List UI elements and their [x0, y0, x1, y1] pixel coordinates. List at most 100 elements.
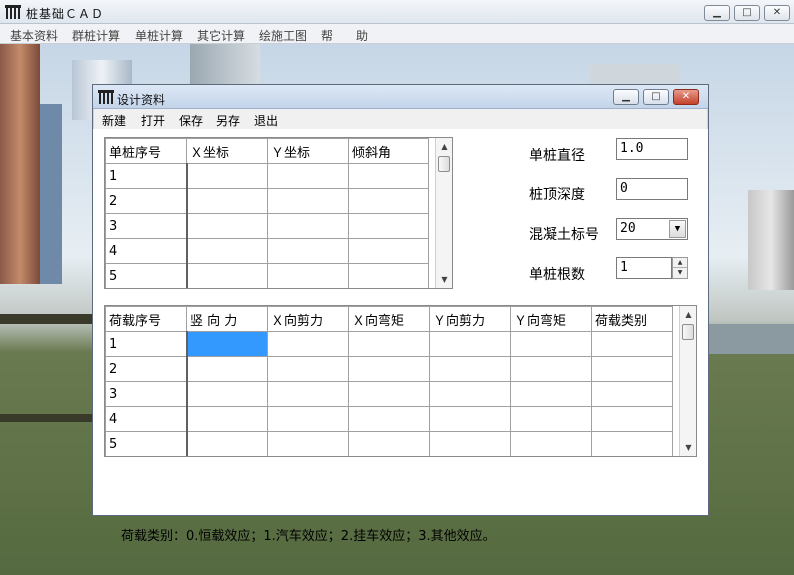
menu-exit[interactable]: 退出 — [254, 112, 278, 129]
grid-cell[interactable] — [591, 331, 673, 357]
pile-row-number: 2 — [105, 188, 188, 214]
grid-cell[interactable] — [591, 356, 673, 382]
diameter-input[interactable]: 1.0 — [616, 138, 688, 160]
dialog-maximize-button[interactable]: □ — [643, 89, 669, 105]
grid-cell[interactable] — [348, 356, 430, 382]
grid-cell[interactable] — [348, 188, 429, 214]
dropdown-arrow-icon[interactable]: ▼ — [669, 220, 686, 238]
menu-open[interactable]: 打开 — [141, 112, 165, 129]
scroll-up-icon[interactable]: ▲ — [436, 138, 452, 155]
count-stepper[interactable]: ▲ ▼ — [672, 257, 688, 279]
grid-cell[interactable] — [510, 406, 592, 432]
grid-cell[interactable] — [267, 356, 349, 382]
grid-cell[interactable] — [348, 213, 429, 239]
grid-cell[interactable] — [429, 381, 511, 407]
menu-basic-data[interactable]: 基本资料 — [10, 27, 58, 44]
grid-cell[interactable] — [510, 381, 592, 407]
app-icon — [5, 5, 21, 19]
menu-other[interactable]: 其它计算 — [197, 27, 245, 44]
menu-single-pile[interactable]: 单桩计算 — [135, 27, 183, 44]
grid-cell[interactable] — [591, 406, 673, 432]
stepper-down-icon[interactable]: ▼ — [673, 268, 687, 278]
menu-group-pile[interactable]: 群桩计算 — [72, 27, 120, 44]
grid-cell[interactable] — [267, 188, 349, 214]
grid-cell-selected[interactable] — [186, 331, 268, 357]
grid-cell[interactable] — [510, 356, 592, 382]
track-left — [0, 314, 92, 324]
grid-cell[interactable] — [186, 188, 268, 214]
grid-cell[interactable] — [186, 163, 268, 189]
table-row: 2 — [105, 188, 429, 214]
grid-cell[interactable] — [186, 213, 268, 239]
grid-cell[interactable] — [348, 381, 430, 407]
grid-cell[interactable] — [267, 238, 349, 264]
grid-cell[interactable] — [267, 331, 349, 357]
menu-help-1[interactable]: 帮 — [321, 27, 333, 44]
grid-cell[interactable] — [186, 263, 268, 288]
scroll-thumb[interactable] — [682, 324, 694, 340]
grid-cell[interactable] — [429, 331, 511, 357]
grid-cell[interactable] — [429, 431, 511, 456]
scroll-down-icon[interactable]: ▼ — [436, 271, 452, 288]
concrete-value: 20 — [620, 221, 636, 236]
grid-cell[interactable] — [267, 213, 349, 239]
grid-cell[interactable] — [186, 238, 268, 264]
depth-input[interactable]: 0 — [616, 178, 688, 200]
scroll-up-icon[interactable]: ▲ — [680, 306, 696, 323]
count-input[interactable]: 1 — [616, 257, 672, 279]
main-close-button[interactable]: ✕ — [764, 5, 790, 21]
table-row: 4 — [105, 238, 429, 264]
grid-cell[interactable] — [267, 263, 349, 288]
grid-cell[interactable] — [186, 356, 268, 382]
dialog-close-button[interactable]: ✕ — [673, 89, 699, 105]
grid-cell[interactable] — [348, 431, 430, 456]
grid-cell[interactable] — [186, 431, 268, 456]
grid-cell[interactable] — [429, 356, 511, 382]
menu-new[interactable]: 新建 — [102, 112, 126, 129]
main-minimize-button[interactable]: ▁ — [704, 5, 730, 21]
grid-cell[interactable] — [510, 331, 592, 357]
grid-cell[interactable] — [348, 263, 429, 288]
dialog-minimize-button[interactable]: ▁ — [613, 89, 639, 105]
load-grid-scrollbar[interactable]: ▲ ▼ — [679, 306, 696, 456]
load-type-note: 荷载类别：0.恒载效应；1.汽车效应；2.挂车效应；3.其他效应。 — [121, 529, 496, 544]
pile-header-x: Ｘ坐标 — [186, 138, 268, 164]
grid-cell[interactable] — [591, 431, 673, 456]
main-maximize-button[interactable]: □ — [734, 5, 760, 21]
grid-cell[interactable] — [267, 431, 349, 456]
grid-cell[interactable] — [186, 381, 268, 407]
load-grid[interactable]: 荷载序号 竖 向 力 Ｘ向剪力 Ｘ向弯矩 Ｙ向剪力 Ｙ向弯矩 荷载类别 1 2 — [104, 305, 697, 457]
grid-cell[interactable] — [348, 163, 429, 189]
grid-cell[interactable] — [186, 406, 268, 432]
app-icon — [98, 90, 114, 104]
table-row: 3 — [105, 213, 429, 239]
stepper-up-icon[interactable]: ▲ — [673, 258, 687, 268]
table-row: 2 — [105, 356, 673, 382]
close-icon: ✕ — [772, 7, 782, 18]
grid-cell[interactable] — [267, 406, 349, 432]
menu-save[interactable]: 保存 — [179, 112, 203, 129]
load-header-x-moment: Ｘ向弯矩 — [348, 306, 430, 332]
grid-cell[interactable] — [591, 381, 673, 407]
pile-row-number: 3 — [105, 213, 188, 239]
scroll-thumb[interactable] — [438, 156, 450, 172]
count-label: 单桩根数 — [529, 267, 585, 283]
grid-cell[interactable] — [348, 406, 430, 432]
menu-drawing[interactable]: 绘施工图 — [259, 27, 307, 44]
grid-cell[interactable] — [429, 406, 511, 432]
concrete-select[interactable]: 20 ▼ — [616, 218, 688, 240]
load-header-type: 荷载类别 — [591, 306, 673, 332]
pile-grid-scrollbar[interactable]: ▲ ▼ — [435, 138, 452, 288]
menu-save-as[interactable]: 另存 — [216, 112, 240, 129]
grid-cell[interactable] — [267, 163, 349, 189]
diameter-label: 单桩直径 — [529, 148, 585, 164]
grid-cell[interactable] — [267, 381, 349, 407]
table-row: 5 — [105, 431, 673, 456]
pile-header-angle: 倾斜角 — [348, 138, 429, 164]
scroll-down-icon[interactable]: ▼ — [680, 439, 696, 456]
menu-help-2[interactable]: 助 — [356, 27, 368, 44]
grid-cell[interactable] — [348, 238, 429, 264]
grid-cell[interactable] — [510, 431, 592, 456]
pile-grid[interactable]: 单桩序号 Ｘ坐标 Ｙ坐标 倾斜角 1 2 3 4 5 ▲ ▼ — [104, 137, 453, 289]
grid-cell[interactable] — [348, 331, 430, 357]
